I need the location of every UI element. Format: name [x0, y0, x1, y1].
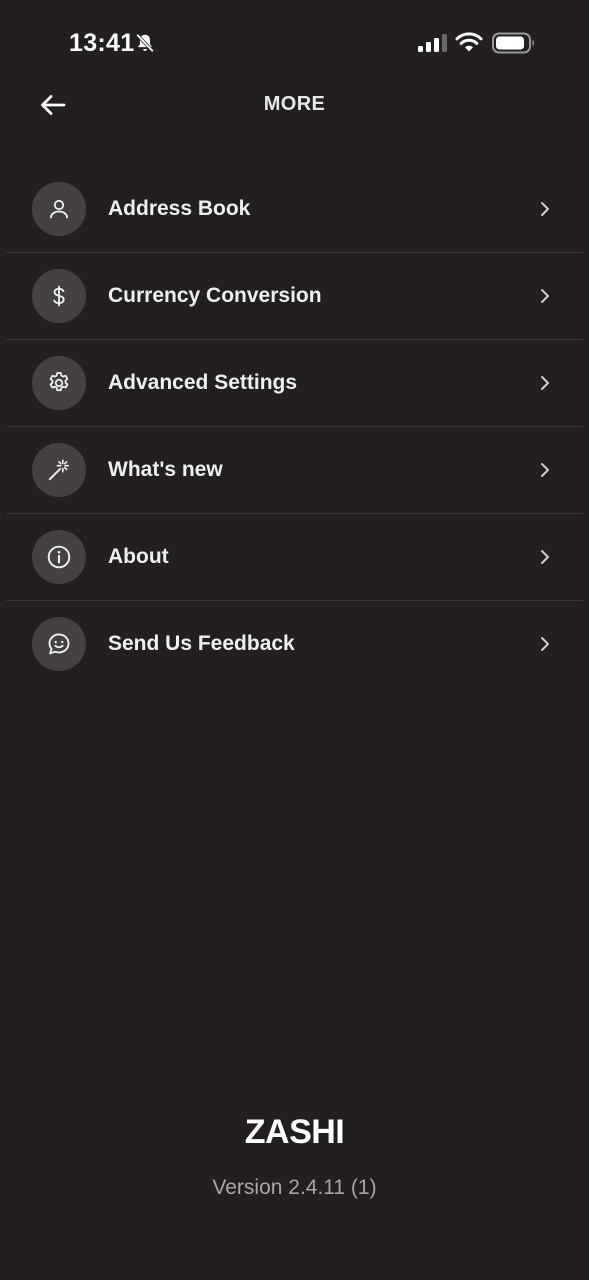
chevron-right-icon: [541, 637, 549, 651]
battery-icon: [492, 32, 534, 54]
menu-item-advanced-settings[interactable]: Advanced Settings: [6, 340, 583, 427]
version-text: Version 2.4.11 (1): [212, 1176, 377, 1199]
menu-label: Send Us Feedback: [108, 632, 295, 655]
menu-label: About: [108, 545, 169, 568]
menu-list: Address Book Currency Conversion Advance…: [6, 166, 583, 687]
bell-off-icon: [136, 33, 154, 53]
wifi-icon: [455, 32, 483, 52]
header: MORE: [0, 80, 589, 130]
chevron-right-icon: [541, 550, 549, 564]
chat-smile-icon: [48, 633, 70, 655]
page-title: MORE: [263, 93, 326, 115]
menu-item-send-feedback[interactable]: Send Us Feedback: [6, 601, 583, 687]
menu-icon-circle: [32, 356, 86, 410]
menu-label: Advanced Settings: [108, 371, 298, 394]
status-bar: 13:41: [0, 0, 589, 88]
more-screen: 13:41 MORE Address Book Currency Convers…: [0, 0, 589, 1280]
chevron-right-icon: [541, 202, 549, 216]
menu-item-currency-conversion[interactable]: Currency Conversion: [6, 253, 583, 340]
chevron-right-icon: [541, 376, 549, 390]
brand-logo: ZASHI: [244, 1113, 345, 1151]
gear-icon: [49, 372, 69, 392]
menu-label: What's new: [108, 458, 223, 481]
menu-icon-circle: [32, 617, 86, 671]
menu-item-about[interactable]: About: [6, 514, 583, 601]
status-time: 13:41: [69, 29, 135, 57]
magic-wand-icon: [48, 459, 70, 481]
menu-icon-circle: [32, 530, 86, 584]
menu-item-address-book[interactable]: Address Book: [6, 166, 583, 253]
info-icon: [47, 545, 71, 569]
person-icon: [50, 199, 68, 219]
menu-item-whats-new[interactable]: What's new: [6, 427, 583, 514]
menu-icon-circle: [32, 269, 86, 323]
signal-icon: [418, 34, 447, 52]
menu-label: Address Book: [108, 197, 251, 220]
chevron-right-icon: [541, 289, 549, 303]
menu-icon-circle: [32, 443, 86, 497]
menu-label: Currency Conversion: [108, 284, 322, 307]
chevron-right-icon: [541, 463, 549, 477]
dollar-icon: [53, 285, 65, 307]
menu-icon-circle: [32, 182, 86, 236]
